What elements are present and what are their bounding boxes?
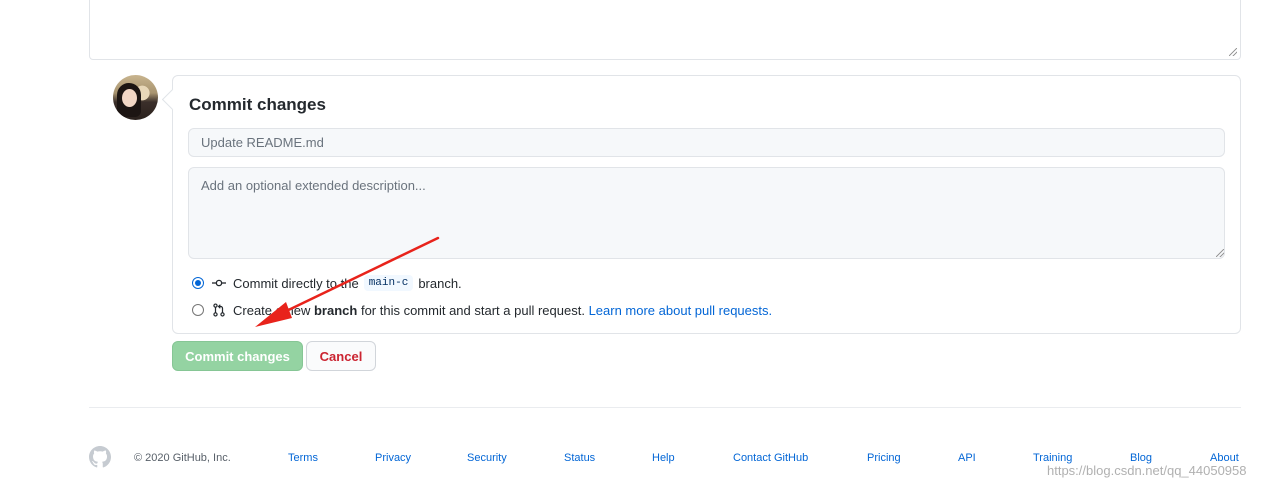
footer-link-terms[interactable]: Terms <box>288 452 318 464</box>
page: Commit changes Commit directly to the ma… <box>0 0 1280 487</box>
git-pull-request-icon <box>213 303 225 317</box>
commit-direct-label: Commit directly to the <box>233 275 359 291</box>
copyright-text: © 2020 GitHub, Inc. <box>134 452 231 464</box>
footer-link-security[interactable]: Security <box>467 452 507 464</box>
footer-link-api[interactable]: API <box>958 452 976 464</box>
new-branch-new-word: new <box>286 302 311 318</box>
git-commit-icon <box>212 279 226 287</box>
learn-more-pull-requests-link[interactable]: Learn more about pull requests. <box>589 303 773 318</box>
github-mark-icon[interactable] <box>89 446 111 468</box>
footer-link-privacy[interactable]: Privacy <box>375 452 411 464</box>
watermark-text: https://blog.csdn.net/qq_44050958 <box>1047 463 1247 478</box>
cancel-button[interactable]: Cancel <box>306 341 376 371</box>
new-branch-radio[interactable] <box>192 304 204 316</box>
footer-link-help[interactable]: Help <box>652 452 675 464</box>
commit-direct-option[interactable]: Commit directly to the main-c branch. <box>192 274 462 292</box>
resize-grip-icon[interactable] <box>1229 48 1237 56</box>
new-branch-option[interactable]: Create a new branch for this commit and … <box>192 301 772 319</box>
resize-grip-icon[interactable] <box>1216 249 1224 257</box>
commit-description-textarea[interactable] <box>188 167 1225 259</box>
new-branch-prefix: Create a <box>233 302 283 318</box>
footer-link-contact-github[interactable]: Contact GitHub <box>733 452 808 464</box>
commit-changes-button[interactable]: Commit changes <box>172 341 303 371</box>
commit-summary-input[interactable] <box>188 128 1225 157</box>
footer-link-pricing[interactable]: Pricing <box>867 452 901 464</box>
branch-name: main-c <box>363 275 414 291</box>
footer-link-status[interactable]: Status <box>564 452 595 464</box>
footer-divider <box>89 407 1241 408</box>
commit-title: Commit changes <box>189 95 326 114</box>
new-branch-middle: for this commit and start a pull request… <box>360 302 585 318</box>
commit-direct-suffix: branch. <box>418 275 462 291</box>
commit-form: Commit changes Commit directly to the ma… <box>172 75 1241 334</box>
avatar[interactable] <box>113 75 158 120</box>
commit-direct-radio[interactable] <box>192 277 204 289</box>
file-editor-textarea[interactable] <box>89 0 1241 60</box>
new-branch-bold: branch <box>313 302 358 318</box>
